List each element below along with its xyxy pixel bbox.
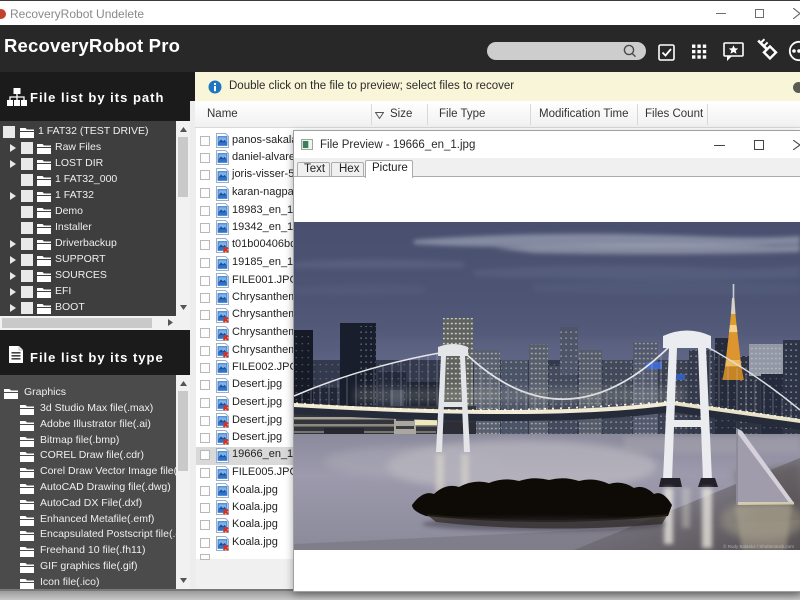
svg-text:© Rudy Balasko / Shutterstock.: © Rudy Balasko / Shutterstock.com (723, 543, 794, 549)
